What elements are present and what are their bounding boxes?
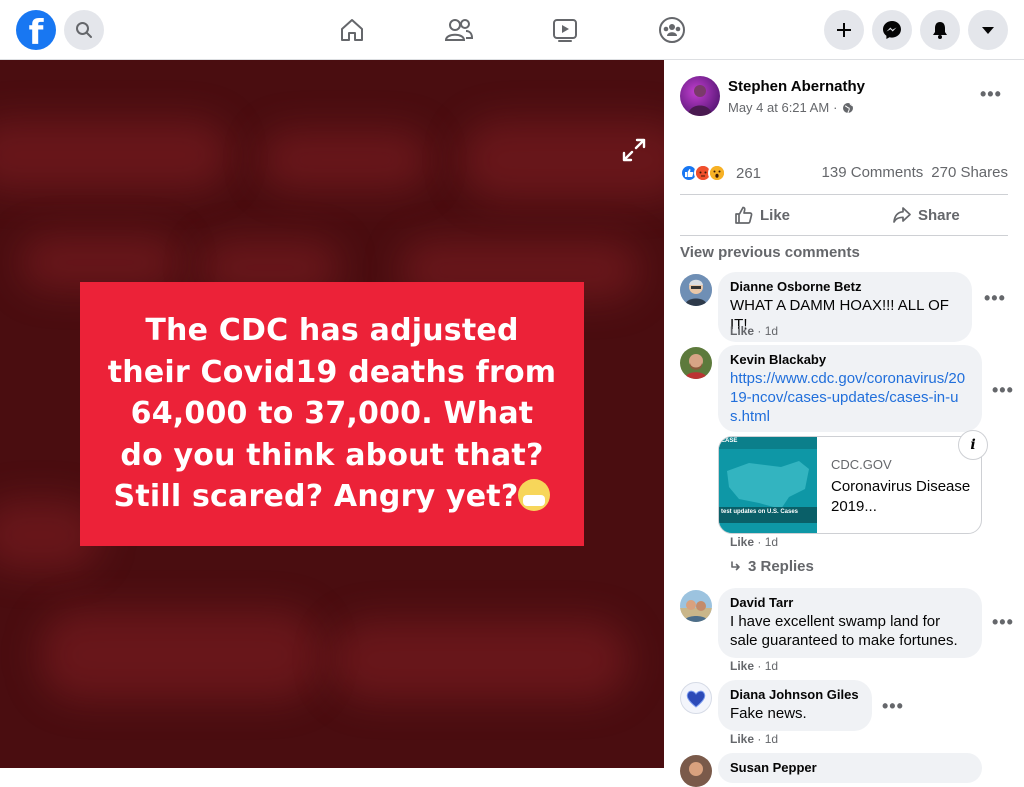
author-avatar[interactable] [680,76,720,116]
shares-count[interactable]: 270 Shares [931,164,1008,181]
view-replies-link[interactable]: 3 Replies [730,558,814,575]
reaction-count: 261 [736,164,762,182]
commenter-name[interactable]: Susan Pepper [730,760,970,776]
comment-meta: Like · 1d [730,659,779,673]
thumb-caption: test updates on U.S. Cases [721,509,799,515]
comment-text: Fake news. [730,705,807,722]
reaction-summary[interactable]: 261 [680,164,761,182]
comment-bubble: Kevin Blackaby https://www.cdc.gov/coron… [718,345,982,432]
plus-icon [837,23,851,37]
comment-text: I have excellent swamp land for sale gua… [730,613,958,649]
meme-image: The CDC has adjusted their Covid19 death… [80,282,584,546]
caret-down-icon [982,27,994,34]
comment-age[interactable]: 1d [765,324,778,338]
link-title: Coronavirus Disease 2019... [831,478,971,515]
link-domain: CDC.GOV [831,457,892,472]
commenter-avatar[interactable] [680,755,712,787]
comment-bubble: David Tarr I have excellent swamp land f… [718,588,982,658]
nav-friends[interactable] [443,14,475,46]
post-time-text[interactable]: May 4 at 6:21 AM [728,100,829,115]
post-stats: 139 Comments 270 Shares [822,164,1008,181]
facebook-logo[interactable]: f [16,10,56,53]
view-previous-comments-link[interactable]: View previous comments [680,244,860,261]
us-map-icon [719,437,817,533]
commenter-avatar[interactable] [680,682,712,714]
reply-arrow-icon [731,560,740,570]
messenger-icon [883,21,901,39]
comment-age[interactable]: 1d [765,535,778,549]
search-icon [76,22,92,38]
notifications-icon [933,22,947,39]
wow-reaction-icon [708,164,726,182]
comment-like-button[interactable]: Like [730,324,754,338]
expand-icon [622,138,646,162]
info-icon: i [970,437,976,453]
comment-bubble: Diana Johnson Giles Fake news. [718,680,872,731]
nav-groups[interactable] [656,14,688,46]
share-button[interactable]: Share [892,204,960,226]
notifications-button[interactable] [920,10,960,50]
search-button[interactable] [64,10,104,50]
avatar-photo-icon [680,347,712,379]
comment-meta: Like · 1d [730,732,779,746]
post-timestamp: May 4 at 6:21 AM · [728,100,854,115]
avatar-photo-icon [689,762,703,776]
comment-age[interactable]: 1d [765,732,778,746]
author-name[interactable]: Stephen Abernathy [728,78,865,95]
commenter-name[interactable]: Diana Johnson Giles [730,687,860,703]
top-navigation-bar: f [0,0,1024,60]
account-menu-button[interactable] [968,10,1008,50]
divider [680,235,1008,236]
face-with-mask-emoji-icon [518,479,551,512]
commenter-avatar[interactable] [680,274,712,306]
comment-age[interactable]: 1d [765,659,778,673]
commenter-avatar[interactable] [680,590,712,622]
comment-options-icon[interactable]: ••• [882,696,904,717]
comment-link[interactable]: https://www.cdc.gov/coronavirus/2019-nco… [730,369,970,426]
thumbs-up-icon [735,206,753,224]
groups-icon [659,17,685,43]
commenter-avatar[interactable] [680,347,712,379]
comment-meta: Like · 1d [730,535,779,549]
meme-text: The CDC has adjusted their Covid19 death… [107,313,557,515]
comment-bubble: Susan Pepper [718,753,982,783]
share-arrow-icon [893,207,911,223]
create-button[interactable] [824,10,864,50]
post-options-icon[interactable]: ••• [980,84,1002,105]
link-preview-card[interactable]: EASE test updates on U.S. Cases CDC.GOV … [718,436,982,534]
watch-icon [553,19,577,42]
commenter-name[interactable]: Kevin Blackaby [730,352,970,368]
nav-watch[interactable] [549,14,581,46]
avatar-photo-icon [688,85,712,116]
comment-options-icon[interactable]: ••• [984,288,1006,309]
avatar-photo-icon [680,590,712,622]
heart-icon [686,690,706,708]
commenter-name[interactable]: Dianne Osborne Betz [730,279,960,295]
comment-like-button[interactable]: Like [730,535,754,549]
avatar-photo-icon [680,274,712,306]
comment-like-button[interactable]: Like [730,732,754,746]
link-thumbnail: EASE test updates on U.S. Cases [719,437,817,533]
comment-meta: Like · 1d [730,324,779,338]
friends-icon [444,19,474,41]
divider [680,194,1008,195]
like-button[interactable]: Like [734,204,790,226]
comments-count[interactable]: 139 Comments [822,164,924,181]
comment-like-button[interactable]: Like [730,659,754,673]
comment-options-icon[interactable]: ••• [992,612,1014,633]
commenter-name[interactable]: David Tarr [730,595,970,611]
info-button[interactable]: i [958,430,988,460]
nav-home[interactable] [336,14,368,46]
messenger-button[interactable] [872,10,912,50]
comment-options-icon[interactable]: ••• [992,380,1014,401]
globe-icon [842,102,853,113]
home-icon [341,19,363,41]
expand-button[interactable] [620,136,652,168]
thumb-tag: EASE [721,438,738,444]
